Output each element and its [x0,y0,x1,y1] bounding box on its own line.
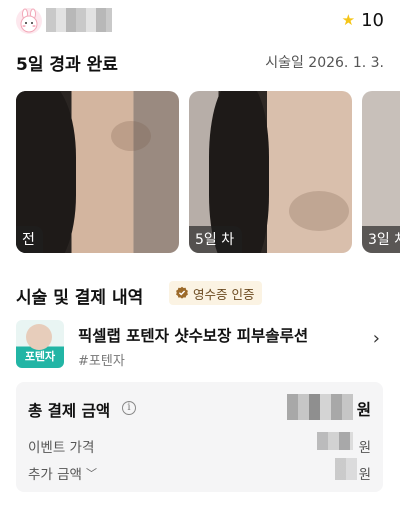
score-value: 10 [361,10,384,31]
header: ★ 10 [0,0,400,44]
day3-photo[interactable]: 3일 차 [362,91,400,253]
total-payment-label: 총 결제 금액 [28,402,111,420]
product-name: 픽셀랩 포텐자 샷수보장 피부솔루션 [78,327,309,345]
chevron-down-icon: ﹀ [85,467,97,480]
thumbnail-text: 포텐자 [24,350,56,363]
photo-label: 3일 차 [362,226,400,253]
payment-card: 총 결제 금액 i 원 이벤트 가격 원 추가 금액 ﹀ 원 [16,382,383,492]
treatment-date: 시술일 2026. 1. 3. [265,55,384,71]
history-title: 시술 및 결제 내역 [16,288,144,308]
before-photo[interactable]: 전 [16,91,179,253]
extra-amount-label: 추가 금액 [28,467,82,483]
blurred-username [46,8,112,32]
product-tag[interactable]: #포텐자 [78,350,125,369]
chevron-right-icon[interactable]: › [373,328,380,349]
total-unit: 원 [356,401,371,419]
photo-carousel[interactable]: 전 5일 차 3일 차 [16,91,400,253]
photo-label: 전 [16,226,43,253]
info-icon[interactable]: i [122,401,136,415]
extra-unit: 원 [358,467,371,483]
star-icon: ★ [341,11,356,29]
receipt-verified-badge: 영수증 인증 [169,281,263,305]
event-price-label: 이벤트 가격 [28,440,95,456]
badge-label: 영수증 인증 [193,286,255,302]
score-display: ★ 10 [342,10,384,31]
blurred-extra-amount [335,458,357,480]
verified-badge-icon [176,286,188,299]
bunny-avatar-icon[interactable] [16,8,42,34]
product-thumbnail: 포텐자 [16,320,64,368]
extra-amount-toggle[interactable]: 추가 금액 ﹀ [28,463,97,483]
blurred-total-amount [287,394,353,420]
product-item[interactable]: 포텐자 픽셀랩 포텐자 샷수보장 피부솔루션 #포텐자 › [16,320,384,372]
progress-title: 5일 경과 완료 [16,55,118,75]
day5-photo[interactable]: 5일 차 [189,91,352,253]
blurred-event-amount [317,432,353,450]
photo-label: 5일 차 [189,226,243,253]
event-unit: 원 [358,440,371,456]
